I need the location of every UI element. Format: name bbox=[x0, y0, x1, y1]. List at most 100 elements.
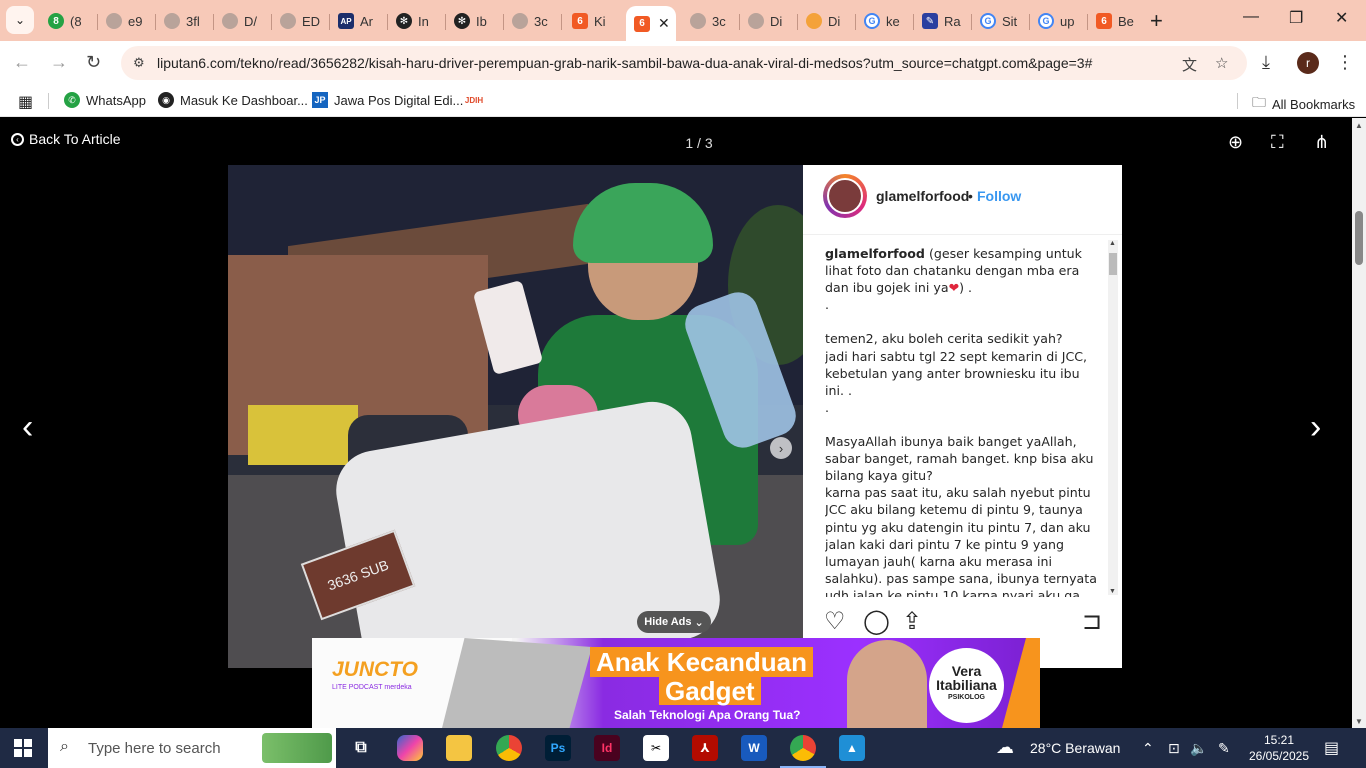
chrome-icon[interactable] bbox=[496, 735, 522, 761]
tab[interactable]: 3c bbox=[504, 6, 562, 36]
tab-label: Ra bbox=[944, 13, 961, 29]
weather-icon[interactable]: ☁ bbox=[996, 737, 1014, 758]
tray-chevron-icon[interactable]: ⌃ bbox=[1142, 740, 1154, 757]
reload-icon[interactable]: ↻ bbox=[86, 52, 101, 73]
profile-avatar[interactable]: r bbox=[1297, 52, 1319, 74]
translate-icon[interactable]: 文 bbox=[1182, 54, 1197, 75]
bookmark-save-icon[interactable]: ⊐ bbox=[1082, 607, 1102, 636]
next-slide-arrow[interactable]: › bbox=[1310, 408, 1321, 447]
tab[interactable]: ✻ In bbox=[388, 6, 446, 36]
apps-icon[interactable]: ▦ bbox=[18, 92, 33, 112]
share-icon[interactable]: ⋔ bbox=[1314, 132, 1329, 153]
tab-search-button[interactable]: ⌄ bbox=[6, 6, 34, 34]
bookmark-star-icon[interactable]: ☆ bbox=[1215, 54, 1228, 72]
caption-username[interactable]: glamelforfood bbox=[825, 246, 925, 261]
tab[interactable]: ED bbox=[272, 6, 330, 36]
ad-banner[interactable]: JUNCTO LITE PODCAST merdeka Anak Kecandu… bbox=[312, 638, 1040, 728]
tab-label: Sit bbox=[1002, 13, 1018, 29]
tab[interactable]: G Sit bbox=[972, 6, 1030, 36]
pen-icon[interactable]: ✎ bbox=[1218, 740, 1230, 757]
back-arrow-icon[interactable]: ← bbox=[13, 52, 31, 73]
all-bookmarks[interactable]: 🗀 All Bookmarks bbox=[1252, 92, 1355, 116]
slide-counter: 1 / 3 bbox=[685, 135, 713, 151]
comment-icon[interactable]: ◯ bbox=[863, 607, 890, 636]
caption-scrollbar[interactable]: ▲ ▼ bbox=[1108, 240, 1118, 595]
tab[interactable]: 8 (8 bbox=[40, 6, 98, 36]
tab[interactable]: 6 Ki bbox=[564, 6, 622, 36]
whatsapp-icon: 8 bbox=[48, 13, 64, 29]
search-highlight-icon[interactable] bbox=[262, 733, 332, 763]
new-tab-button[interactable]: + bbox=[1150, 8, 1163, 34]
bookmark-whatsapp[interactable]: ✆ WhatsApp bbox=[64, 92, 146, 108]
network-icon[interactable]: ⊡ bbox=[1168, 740, 1180, 757]
close-icon[interactable]: ✕ bbox=[658, 15, 670, 32]
volume-icon[interactable]: 🔈 bbox=[1190, 740, 1207, 757]
chrome-active-icon[interactable] bbox=[780, 735, 826, 768]
notification-icon[interactable]: ▤ bbox=[1324, 738, 1339, 758]
avatar[interactable] bbox=[823, 174, 867, 218]
zoom-icon[interactable]: ⊕ bbox=[1228, 132, 1243, 153]
tab-label: 3fl bbox=[186, 13, 200, 29]
instagram-photo: 3636 SUB › bbox=[228, 165, 803, 668]
restore-icon[interactable]: ❐ bbox=[1289, 8, 1303, 28]
copilot-icon[interactable] bbox=[397, 735, 423, 761]
bookmark-dashboard[interactable]: ◉ Masuk Ke Dashboar... bbox=[158, 92, 308, 108]
address-bar[interactable]: ⚙ liputan6.com/tekno/read/3656282/kisah-… bbox=[121, 46, 1247, 80]
forward-arrow-icon[interactable]: → bbox=[50, 52, 68, 73]
ap-icon: AP bbox=[338, 13, 354, 29]
menu-icon[interactable]: ⋮ bbox=[1336, 52, 1354, 73]
search-placeholder: Type here to search bbox=[88, 740, 221, 757]
photoshop-icon[interactable]: Ps bbox=[545, 735, 571, 761]
page-scrollbar[interactable]: ▲ ▼ bbox=[1352, 118, 1366, 728]
carousel-next-icon[interactable]: › bbox=[770, 437, 792, 459]
system-clock[interactable]: 15:21 26/05/2025 bbox=[1236, 732, 1322, 764]
tab-active[interactable]: 6 ✕ bbox=[626, 6, 676, 41]
chevron-down-icon: ⌄ bbox=[14, 13, 26, 27]
post-caption: glamelforfood (geser kesamping untuk lih… bbox=[825, 245, 1100, 597]
tab[interactable]: D/ bbox=[214, 6, 272, 36]
file-explorer-icon[interactable] bbox=[446, 735, 472, 761]
tab[interactable]: Gke bbox=[856, 6, 914, 36]
acrobat-icon[interactable]: ⅄ bbox=[692, 735, 718, 761]
windows-start-icon[interactable] bbox=[14, 739, 32, 757]
bookmark-jawapos[interactable]: JP Jawa Pos Digital Edi... bbox=[312, 92, 463, 108]
site-info-icon[interactable]: ⚙ bbox=[133, 55, 145, 71]
search-icon: ⌕ bbox=[60, 738, 69, 755]
tab[interactable]: Di bbox=[798, 6, 856, 36]
ad-tagline: Salah Teknologi Apa Orang Tua? bbox=[614, 708, 801, 722]
minimize-icon[interactable]: — bbox=[1243, 8, 1259, 26]
tab[interactable]: 3fl bbox=[156, 6, 214, 36]
indesign-icon[interactable]: Id bbox=[594, 735, 620, 761]
tab[interactable]: e9 bbox=[98, 6, 156, 36]
tab-label: 3c bbox=[534, 13, 548, 29]
bookmark-jdih[interactable]: JDIH bbox=[465, 92, 483, 108]
like-heart-icon[interactable]: ♡ bbox=[824, 607, 846, 636]
whatsapp-icon: ✆ bbox=[64, 92, 80, 108]
fullscreen-icon[interactable]: ⛶ bbox=[1271, 132, 1284, 153]
task-view-icon[interactable]: ⧉ bbox=[348, 735, 374, 761]
tab[interactable]: ✻ Ib bbox=[446, 6, 504, 36]
tab-label: Di bbox=[828, 13, 841, 29]
tab[interactable]: ✎ Ra bbox=[914, 6, 972, 36]
previous-slide-arrow[interactable]: ‹ bbox=[22, 408, 33, 447]
share-post-icon[interactable]: ⇪ bbox=[902, 607, 922, 636]
tab[interactable]: 6 Be bbox=[1088, 6, 1146, 36]
photo-gallery-viewer: ‹ Back To Article 1 / 3 ⊕ ⛶ ⋔ ‹ › ▲ ▼ 363… bbox=[0, 118, 1366, 728]
all-bookmarks-label: All Bookmarks bbox=[1272, 96, 1356, 112]
tab[interactable]: Gup bbox=[1030, 6, 1088, 36]
download-icon[interactable]: ⤓ bbox=[1262, 52, 1270, 73]
word-icon[interactable]: W bbox=[741, 735, 767, 761]
close-window-icon[interactable]: ✕ bbox=[1335, 8, 1348, 28]
follow-button[interactable]: Follow bbox=[977, 188, 1021, 204]
weather-text[interactable]: 28°C Berawan bbox=[1030, 740, 1120, 756]
tab[interactable]: 3c bbox=[682, 6, 740, 36]
capcut-icon[interactable]: ✂ bbox=[643, 735, 669, 761]
photos-icon[interactable]: ▲ bbox=[839, 735, 865, 761]
tab[interactable]: AP Ar bbox=[330, 6, 388, 36]
back-to-article-link[interactable]: ‹ Back To Article bbox=[11, 131, 121, 147]
url-text[interactable]: liputan6.com/tekno/read/3656282/kisah-ha… bbox=[157, 55, 1092, 71]
tab[interactable]: Di bbox=[740, 6, 798, 36]
username[interactable]: glamelforfood bbox=[876, 188, 969, 204]
ad-title-line2: Gadget bbox=[659, 677, 761, 705]
hide-ads-button[interactable]: Hide Ads ⌄ bbox=[637, 611, 711, 633]
